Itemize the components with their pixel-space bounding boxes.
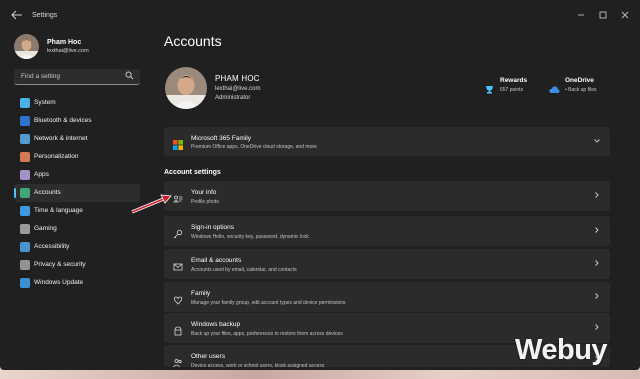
sidebar-item-apps[interactable]: Apps: [14, 166, 140, 184]
gamepad-icon: [20, 224, 30, 234]
monitor-icon: [20, 98, 30, 108]
person-icon: [20, 188, 30, 198]
sidebar-item-label: System: [34, 99, 56, 106]
globe-clock-icon: [20, 206, 30, 216]
sidebar-item-label: Privacy & security: [34, 261, 86, 268]
sidebar-item-system[interactable]: System: [14, 94, 140, 112]
sidebar-item-label: Windows Update: [34, 279, 84, 286]
onedrive-status: • Back up files: [565, 87, 597, 93]
arrow-left-icon: [11, 10, 22, 20]
people-icon: [173, 355, 183, 368]
desktop-background: [0, 370, 640, 379]
account-avatar[interactable]: [165, 67, 207, 109]
rewards-title: Rewards: [500, 77, 528, 84]
chevron-down-icon: [593, 137, 601, 147]
settings-card-family[interactable]: Family Manage your family group, edit acc…: [164, 282, 610, 312]
title-bar: Settings: [0, 0, 640, 30]
settings-card-subtitle: Device access, work or school users, kio…: [191, 363, 325, 369]
sidebar-item-time-language[interactable]: Time & language: [14, 202, 140, 220]
page-title: Accounts: [164, 33, 222, 49]
sidebar-item-label: Accessibility: [34, 243, 70, 250]
search-input[interactable]: Find a setting: [14, 69, 140, 85]
maximize-button[interactable]: [597, 9, 609, 21]
account-email: lexthai@live.com: [215, 86, 261, 92]
settings-card-subtitle: Windows Hello, security key, password, d…: [191, 234, 309, 240]
account-name: PHAM HOC: [215, 74, 260, 83]
rewards-points: 657 points: [500, 87, 524, 93]
sidebar-item-accounts[interactable]: Accounts: [14, 184, 140, 202]
close-button[interactable]: [619, 9, 631, 21]
onedrive-title: OneDrive: [565, 77, 594, 84]
accessibility-icon: [20, 242, 30, 252]
sidebar-item-network-internet[interactable]: Network & internet: [14, 130, 140, 148]
mail-icon: [173, 259, 183, 271]
microsoft-logo-icon: [173, 137, 183, 150]
sidebar-item-label: Apps: [34, 171, 49, 178]
sidebar-item-label: Gaming: [34, 225, 57, 232]
minimize-button[interactable]: [575, 9, 587, 21]
sidebar-item-windows-update[interactable]: Windows Update: [14, 274, 140, 292]
sidebar-item-accessibility[interactable]: Accessibility: [14, 238, 140, 256]
shield-icon: [20, 260, 30, 270]
m365-subtitle: Premium Office apps, OneDrive cloud stor…: [191, 144, 317, 150]
apps-icon: [20, 170, 30, 180]
profile-name: Pham Hoc: [47, 39, 82, 46]
settings-card-title: Other users: [191, 353, 225, 360]
settings-card-title: Family: [191, 290, 211, 297]
section-title-account-settings: Account settings: [164, 169, 221, 176]
sidebar-item-privacy-security[interactable]: Privacy & security: [14, 256, 140, 274]
rewards-trophy-icon: [484, 81, 495, 94]
settings-card-sign-in-options[interactable]: Sign-in options Windows Hello, security k…: [164, 216, 610, 246]
sidebar-item-bluetooth-devices[interactable]: Bluetooth & devices: [14, 112, 140, 130]
backup-icon: [173, 323, 183, 336]
settings-card-subtitle: Profile photo: [191, 199, 220, 205]
settings-card-subtitle: Back up your files, apps, preferences to…: [191, 331, 343, 337]
sidebar-item-label: Personalization: [34, 153, 79, 160]
settings-card-your-info[interactable]: Your info Profile photo: [164, 181, 610, 211]
bluetooth-icon: [20, 116, 30, 126]
sidebar-item-label: Time & language: [34, 207, 83, 214]
cloud-icon: [549, 81, 560, 93]
sidebar-nav: System Bluetooth & devices Network & inter…: [14, 94, 140, 292]
account-role: Administrator: [215, 95, 251, 101]
person-card-icon: [173, 191, 183, 203]
avatar: [14, 34, 39, 59]
settings-card-subtitle: Manage your family group, edit account t…: [191, 300, 346, 306]
sidebar-item-label: Accounts: [34, 189, 61, 196]
settings-window: Settings Pham Hoc lexthai@live.com Find …: [0, 0, 640, 370]
sidebar-item-label: Bluetooth & devices: [34, 117, 92, 124]
brush-icon: [20, 152, 30, 162]
wifi-icon: [20, 134, 30, 144]
back-button[interactable]: [11, 10, 23, 20]
update-icon: [20, 278, 30, 288]
key-icon: [173, 226, 183, 239]
chevron-right-icon: [593, 191, 601, 201]
minimize-icon: [578, 14, 584, 16]
annotation-arrow-icon: [130, 193, 174, 220]
settings-card-title: Email & accounts: [191, 257, 242, 264]
search-placeholder: Find a setting: [21, 73, 61, 80]
search-icon: [125, 71, 134, 82]
chevron-right-icon: [593, 292, 601, 302]
close-icon: [621, 11, 629, 19]
settings-card-title: Your info: [191, 189, 217, 196]
sidebar-item-label: Network & internet: [34, 135, 88, 142]
settings-card-subtitle: Accounts used by email, calendar, and co…: [191, 267, 297, 273]
sidebar-item-gaming[interactable]: Gaming: [14, 220, 140, 238]
settings-card-email-accounts[interactable]: Email & accounts Accounts used by email, …: [164, 249, 610, 279]
chevron-right-icon: [593, 259, 601, 269]
profile-email: lexthai@live.com: [47, 48, 89, 54]
maximize-icon: [599, 11, 607, 19]
m365-title: Microsoft 365 Family: [191, 135, 251, 142]
chevron-right-icon: [593, 226, 601, 236]
settings-card-title: Sign-in options: [191, 224, 234, 231]
settings-card-title: Windows backup: [191, 321, 241, 328]
app-title: Settings: [32, 12, 58, 19]
sidebar-item-personalization[interactable]: Personalization: [14, 148, 140, 166]
chevron-right-icon: [593, 323, 601, 333]
heart-family-icon: [173, 292, 183, 305]
m365-family-card[interactable]: Microsoft 365 Family Premium Office apps…: [164, 127, 610, 156]
watermark-logo: Webuy: [515, 334, 608, 366]
